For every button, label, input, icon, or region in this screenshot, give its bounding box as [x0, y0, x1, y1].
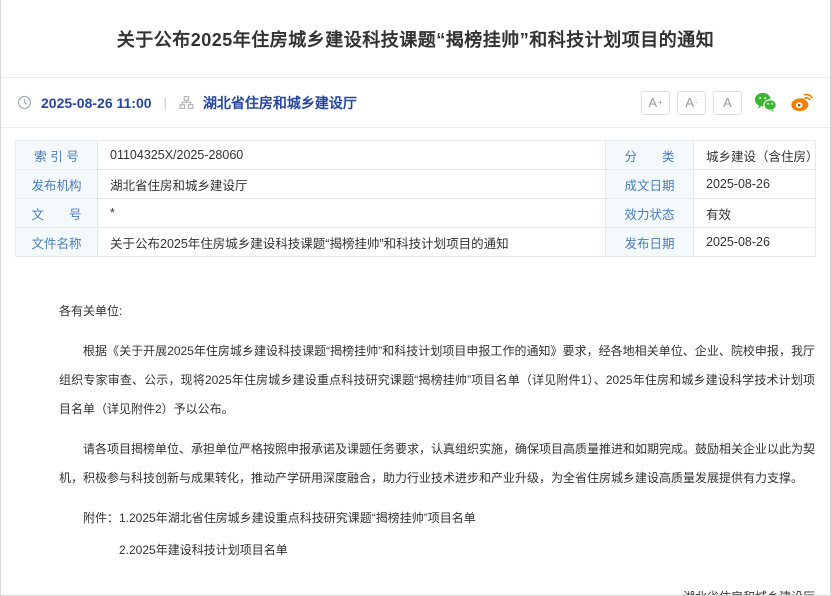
paragraph-1: 根据《关于开展2025年住房城乡建设科技课题“揭榜挂帅”和科技计划项目申报工作的… [59, 337, 815, 424]
attachment-item-1: 附件：1.2025年湖北省住房城乡建设重点科技研究课题“揭榜挂帅”项目名单 [59, 504, 815, 533]
table-row: 文件名称 关于公布2025年住房城乡建设科技课题“揭榜挂帅”和科技计划项目的通知… [16, 228, 816, 257]
weibo-share-icon[interactable] [789, 90, 814, 115]
meta-bar: 2025-08-26 11:00 | 湖北省住房和城乡建设厅 A+ A- A [1, 77, 830, 128]
document-page: 关于公布2025年住房城乡建设科技课题“揭榜挂帅”和科技计划项目的通知 2025… [0, 0, 831, 596]
validity-status-label: 效力状态 [606, 199, 694, 228]
font-increase-label: A [648, 95, 657, 110]
issuing-agency-value: 湖北省住房和城乡建设厅 [98, 170, 606, 199]
written-date-value: 2025-08-26 [694, 170, 816, 199]
publish-datetime: 2025-08-26 11:00 [41, 95, 152, 111]
meta-tools: A+ A- A [641, 90, 814, 115]
meta-separator: | [161, 95, 170, 110]
validity-status-value: 有效 [694, 199, 816, 228]
issuing-agency-label: 发布机构 [16, 170, 98, 199]
font-reset-button[interactable]: A [713, 91, 742, 115]
category-value: 城乡建设（含住房） [694, 141, 816, 170]
table-row: 文 号 * 效力状态 有效 [16, 199, 816, 228]
doc-number-value: * [98, 199, 606, 228]
attachments-list: 附件：1.2025年湖北省住房城乡建设重点科技研究课题“揭榜挂帅”项目名单 2.… [59, 504, 815, 565]
table-row: 发布机构 湖北省住房和城乡建设厅 成文日期 2025-08-26 [16, 170, 816, 199]
org-icon [179, 95, 194, 110]
doc-title-label: 文件名称 [16, 228, 98, 257]
wechat-share-icon[interactable] [753, 90, 778, 115]
paragraph-2: 请各项目揭榜单位、承担单位严格按照申报承诺及课题任务要求，认真组织实施，确保项目… [59, 435, 815, 493]
attachment-item-2: 2.2025年建设科技计划项目名单 [59, 536, 815, 565]
index-number-value: 01104325X/2025-28060 [98, 141, 606, 170]
doc-title-value: 关于公布2025年住房城乡建设科技课题“揭榜挂帅”和科技计划项目的通知 [98, 228, 606, 257]
font-decrease-sup: - [695, 99, 698, 107]
font-decrease-button[interactable]: A- [677, 91, 706, 115]
font-decrease-label: A [685, 95, 694, 110]
doc-number-label: 文 号 [16, 199, 98, 228]
article-body: 各有关单位: 根据《关于开展2025年住房城乡建设科技课题“揭榜挂帅”和科技计划… [1, 257, 830, 596]
category-label: 分 类 [606, 141, 694, 170]
title-bar: 关于公布2025年住房城乡建设科技课题“揭榜挂帅”和科技计划项目的通知 [1, 0, 830, 77]
clock-icon [17, 95, 32, 110]
page-title: 关于公布2025年住房城乡建设科技课题“揭榜挂帅”和科技计划项目的通知 [117, 26, 715, 52]
font-increase-sup: + [658, 99, 663, 107]
document-info-table: 索 引 号 01104325X/2025-28060 分 类 城乡建设（含住房）… [15, 140, 816, 257]
source-org-link[interactable]: 湖北省住房和城乡建设厅 [203, 93, 357, 113]
font-increase-button[interactable]: A+ [641, 91, 670, 115]
written-date-label: 成文日期 [606, 170, 694, 199]
salutation: 各有关单位: [59, 297, 815, 326]
meta-info: 2025-08-26 11:00 | 湖北省住房和城乡建设厅 [17, 93, 357, 113]
table-row: 索 引 号 01104325X/2025-28060 分 类 城乡建设（含住房） [16, 141, 816, 170]
publish-date-value: 2025-08-26 [694, 228, 816, 257]
index-number-label: 索 引 号 [16, 141, 98, 170]
publish-date-label: 发布日期 [606, 228, 694, 257]
font-reset-label: A [723, 95, 732, 110]
signature-org: 湖北省住房和城乡建设厅 [59, 583, 815, 596]
